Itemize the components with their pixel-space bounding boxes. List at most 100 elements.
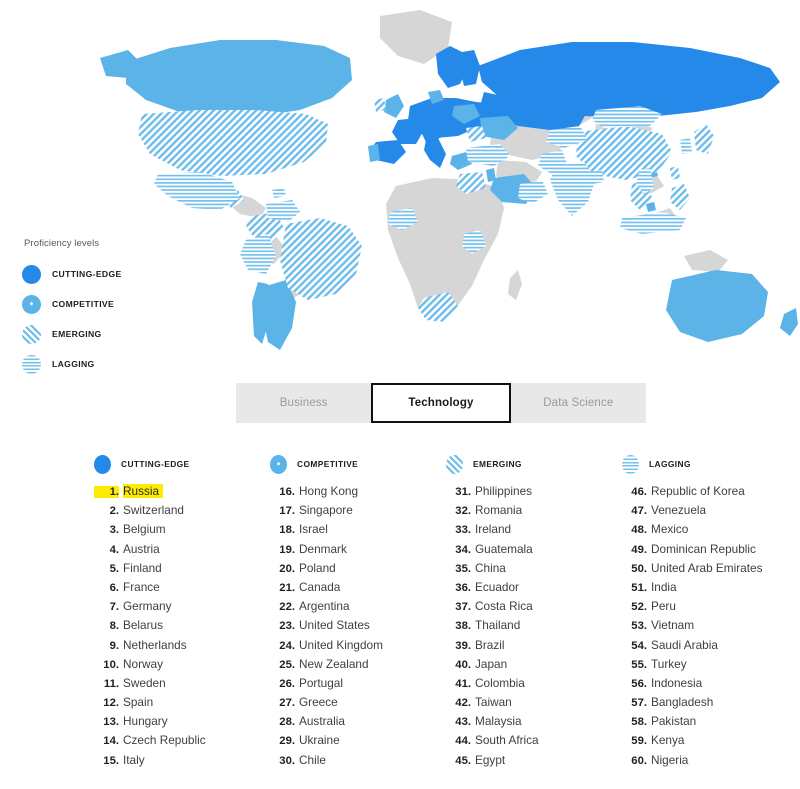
rank-number: 46. [631, 486, 647, 498]
list-item[interactable]: 11. Sweden [94, 676, 270, 695]
list-item[interactable]: 28. Australia [270, 714, 446, 733]
list-item[interactable]: 18. Israel [270, 522, 446, 541]
list-item[interactable]: 45. Egypt [446, 753, 622, 772]
list-item[interactable]: 15. Italy [94, 753, 270, 772]
list-item[interactable]: 42. Taiwan [446, 695, 622, 714]
list-item[interactable]: 29. Ukraine [270, 733, 446, 752]
country-name: Germany [123, 599, 172, 614]
list-item[interactable]: 34. Guatemala [446, 542, 622, 561]
rank-number: 54. [631, 639, 647, 652]
list-item[interactable]: 41. Colombia [446, 676, 622, 695]
country-name: Brazil [475, 637, 505, 652]
list-item[interactable]: 24. United Kingdom [270, 638, 446, 657]
column-header: EMERGING [446, 449, 622, 479]
rank-number: 4. [109, 543, 119, 556]
ranking-list: 16. Hong Kong 17. Singapore 18. Israel 19. D… [270, 484, 446, 772]
list-item[interactable]: 23. United States [270, 618, 446, 637]
list-item[interactable]: 5. Finland [94, 561, 270, 580]
list-item[interactable]: 43. Malaysia [446, 714, 622, 733]
country-name: Republic of Korea [651, 484, 745, 498]
ranking-column-emerging: EMERGING 31. Philippines 32. Romania 33. Ir… [446, 449, 622, 772]
tab-technology[interactable]: Technology [371, 383, 511, 423]
list-item[interactable]: 21. Canada [270, 580, 446, 599]
list-item[interactable]: 37. Costa Rica [446, 599, 622, 618]
list-item[interactable]: 6. France [94, 580, 270, 599]
ranking-column-competitive: COMPETITIVE 16. Hong Kong 17. Singapore 18… [270, 449, 446, 772]
rank-number: 56. [631, 677, 647, 690]
list-item[interactable]: 59. Kenya [622, 733, 798, 752]
list-item[interactable]: 46. Republic of Korea [622, 484, 798, 503]
country-name: New Zealand [299, 656, 369, 671]
list-item[interactable]: 31. Philippines [446, 484, 622, 503]
country-name: Canada [299, 579, 341, 594]
rank-number: 47. [631, 505, 647, 518]
country-name: Kenya [651, 733, 685, 748]
list-item[interactable]: 16. Hong Kong [270, 484, 446, 503]
list-item[interactable]: 57. Bangladesh [622, 695, 798, 714]
country-name: Pakistan [651, 714, 697, 729]
list-item[interactable]: 2. Switzerland [94, 503, 270, 522]
rank-number: 7. [109, 601, 119, 614]
list-item[interactable]: 3. Belgium [94, 522, 270, 541]
list-item[interactable]: 53. Vietnam [622, 618, 798, 637]
list-item[interactable]: 12. Spain [94, 695, 270, 714]
list-item[interactable]: 4. Austria [94, 542, 270, 561]
rank-number: 38. [455, 620, 471, 633]
rank-number: 16. [279, 486, 295, 498]
rank-number: 3. [109, 524, 119, 537]
list-item[interactable]: 56. Indonesia [622, 676, 798, 695]
list-item[interactable]: 17. Singapore [270, 503, 446, 522]
list-item[interactable]: 9. Netherlands [94, 638, 270, 657]
list-item[interactable]: 48. Mexico [622, 522, 798, 541]
country-name: Indonesia [651, 675, 703, 690]
rank-number: 27. [279, 697, 295, 710]
list-item[interactable]: 39. Brazil [446, 638, 622, 657]
rank-number: 2. [109, 505, 119, 518]
country-name: Singapore [299, 503, 353, 518]
list-item[interactable]: 58. Pakistan [622, 714, 798, 733]
tab-business[interactable]: Business [236, 383, 371, 423]
country-name: China [475, 560, 506, 575]
list-item[interactable]: 38. Thailand [446, 618, 622, 637]
list-item[interactable]: 47. Venezuela [622, 503, 798, 522]
list-item[interactable]: 44. South Africa [446, 733, 622, 752]
country-name: Norway [123, 656, 163, 671]
list-item[interactable]: 32. Romania [446, 503, 622, 522]
country-name: Ukraine [299, 733, 340, 748]
list-item[interactable]: 10. Norway [94, 657, 270, 676]
list-item[interactable]: 52. Peru [622, 599, 798, 618]
tab-data-science[interactable]: Data Science [511, 383, 646, 423]
list-item[interactable]: 33. Ireland [446, 522, 622, 541]
list-item[interactable]: 14. Czech Republic [94, 733, 270, 752]
country-name: Spain [123, 695, 154, 710]
list-item[interactable]: 36. Ecuador [446, 580, 622, 599]
list-item[interactable]: 8. Belarus [94, 618, 270, 637]
country-name: Belgium [123, 522, 166, 537]
column-header: CUTTING-EDGE [94, 449, 270, 479]
country-name: Peru [651, 599, 676, 614]
list-item[interactable]: 27. Greece [270, 695, 446, 714]
list-item[interactable]: 20. Poland [270, 561, 446, 580]
list-item[interactable]: 13. Hungary [94, 714, 270, 733]
country-name: Chile [299, 752, 326, 767]
map-cutting-edge-regions [370, 42, 780, 168]
list-item[interactable]: 25. New Zealand [270, 657, 446, 676]
list-item[interactable]: 54. Saudi Arabia [622, 638, 798, 657]
country-name: Netherlands [123, 637, 187, 652]
list-item[interactable]: 19. Denmark [270, 542, 446, 561]
list-item[interactable]: 35. China [446, 561, 622, 580]
rank-number: 45. [455, 754, 471, 767]
list-item[interactable]: 7. Germany [94, 599, 270, 618]
list-item[interactable]: 50. United Arab Emirates [622, 561, 798, 580]
list-item[interactable]: 40. Japan [446, 657, 622, 676]
list-item[interactable]: 1. Russia [94, 484, 270, 503]
rank-number: 12. [103, 697, 119, 710]
list-item[interactable]: 22. Argentina [270, 599, 446, 618]
list-item[interactable]: 60. Nigeria [622, 753, 798, 772]
list-item[interactable]: 51. India [622, 580, 798, 599]
list-item[interactable]: 49. Dominican Republic [622, 542, 798, 561]
list-item[interactable]: 55. Turkey [622, 657, 798, 676]
list-item[interactable]: 30. Chile [270, 753, 446, 772]
country-name: Taiwan [475, 695, 512, 710]
list-item[interactable]: 26. Portugal [270, 676, 446, 695]
